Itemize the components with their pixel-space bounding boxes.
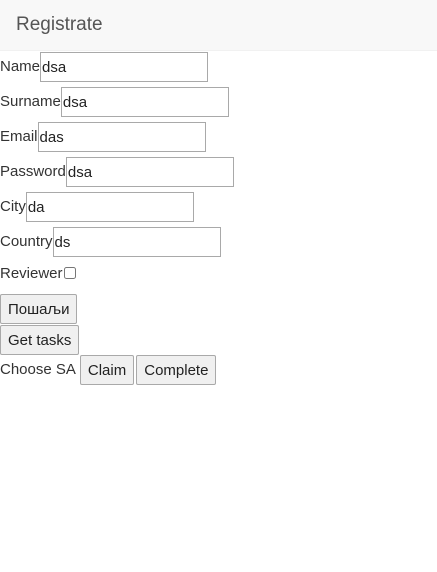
name-input[interactable] xyxy=(40,52,209,82)
choose-sa-label: Choose SA xyxy=(0,361,76,378)
country-row: Country xyxy=(0,227,221,257)
city-input[interactable] xyxy=(25,192,194,222)
email-input[interactable] xyxy=(37,122,206,152)
submit-button[interactable]: Пошаљи xyxy=(0,294,78,324)
email-row: Email xyxy=(0,122,206,152)
password-input[interactable] xyxy=(65,157,234,187)
task-actions-row: Choose SA Claim Complete xyxy=(0,355,217,385)
country-label: Country xyxy=(0,233,53,250)
submit-row: Пошаљи xyxy=(0,294,78,324)
reviewer-row: Reviewer xyxy=(0,259,76,289)
get-tasks-row: Get tasks xyxy=(0,325,80,355)
navbar: Registrate xyxy=(0,0,437,51)
get-tasks-button[interactable]: Get tasks xyxy=(0,325,80,355)
email-label: Email xyxy=(0,128,38,145)
city-label: City xyxy=(0,198,26,215)
name-label: Name xyxy=(0,58,41,75)
reviewer-label: Reviewer xyxy=(0,265,63,282)
name-row: Name xyxy=(0,52,209,82)
password-label: Password xyxy=(0,163,66,180)
reviewer-checkbox[interactable] xyxy=(63,267,76,279)
city-row: City xyxy=(0,192,194,222)
surname-label: Surname xyxy=(0,93,61,110)
claim-button[interactable]: Claim xyxy=(79,355,135,385)
surname-input[interactable] xyxy=(60,87,229,117)
password-row: Password xyxy=(0,157,234,187)
surname-row: Surname xyxy=(0,87,229,117)
country-input[interactable] xyxy=(52,227,221,257)
complete-button[interactable]: Complete xyxy=(136,355,217,385)
navbar-brand[interactable]: Registrate xyxy=(16,14,103,36)
